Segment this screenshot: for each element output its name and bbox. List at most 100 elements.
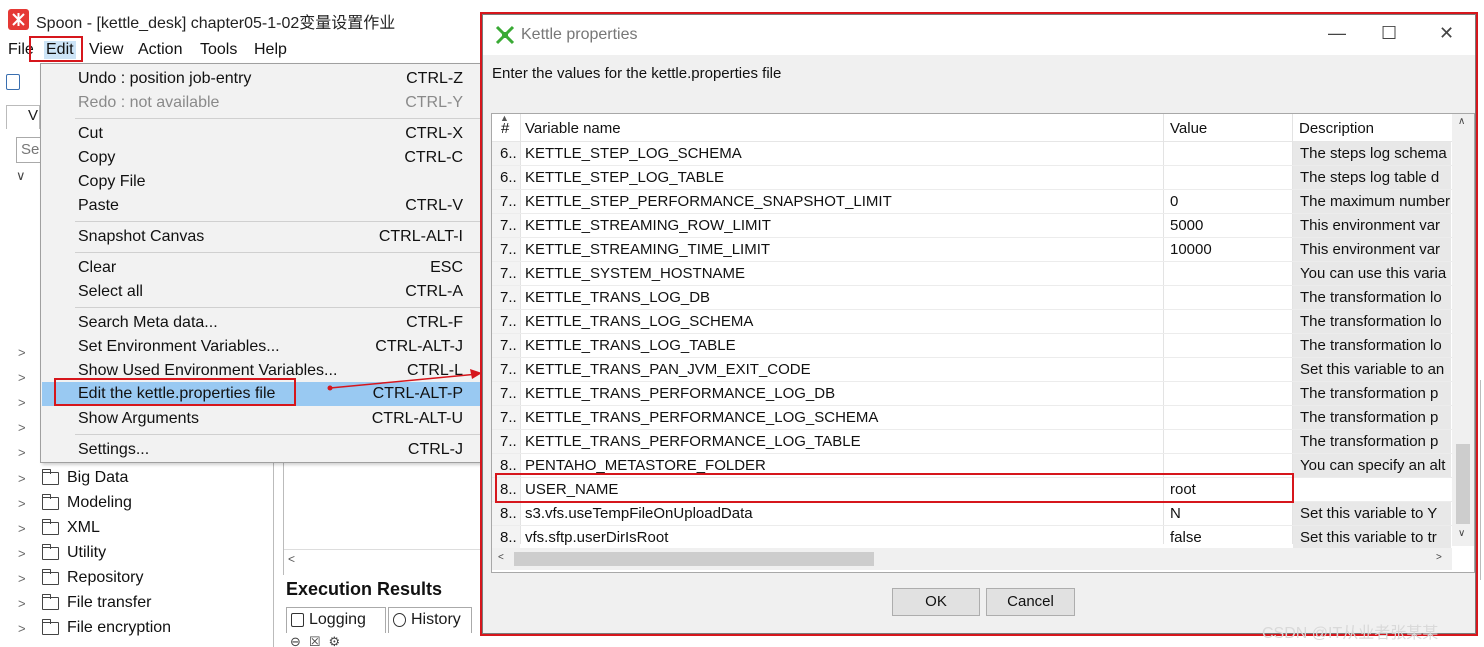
table-row[interactable]: 7.. KETTLE_TRANS_PERFORMANCE_LOG_TABLE The… xyxy=(492,430,1474,454)
menu-action[interactable]: Action xyxy=(138,41,182,59)
cancel-button[interactable]: Cancel xyxy=(986,588,1075,616)
chevron-right-icon[interactable]: > xyxy=(18,471,26,486)
new-file-icon[interactable] xyxy=(6,74,20,90)
scroll-left-icon[interactable]: < xyxy=(288,552,295,566)
description-cell[interactable] xyxy=(1293,478,1451,502)
description-cell[interactable]: You can specify an alt xyxy=(1293,454,1451,478)
row-number[interactable]: 7.. xyxy=(500,217,516,234)
horizontal-scrollbar[interactable]: < > xyxy=(492,548,1452,570)
row-number[interactable]: 7.. xyxy=(500,289,516,306)
menu-file[interactable]: File xyxy=(8,41,34,59)
row-number[interactable]: 7.. xyxy=(500,337,516,354)
scroll-thumb[interactable] xyxy=(514,552,874,566)
tree-item-big-data[interactable]: > Big Data xyxy=(18,468,278,492)
table-row[interactable]: 7.. KETTLE_STEP_PERFORMANCE_SNAPSHOT_LIMI… xyxy=(492,190,1474,214)
description-cell[interactable]: The maximum number xyxy=(1293,190,1451,214)
variable-name-cell[interactable]: s3.vfs.useTempFileOnUploadData xyxy=(525,505,753,522)
minimize-icon[interactable]: — xyxy=(1328,23,1346,44)
chevron-right-icon[interactable]: > xyxy=(18,420,26,435)
chevron-down-icon[interactable]: ∨ xyxy=(16,168,26,184)
table-row[interactable]: 6.. KETTLE_STEP_LOG_TABLE The steps log ta… xyxy=(492,166,1474,190)
variable-name-cell[interactable]: KETTLE_STEP_PERFORMANCE_SNAPSHOT_LIMIT xyxy=(525,193,892,210)
description-cell[interactable]: The steps log table d xyxy=(1293,166,1451,190)
variable-name-cell[interactable]: KETTLE_TRANS_PERFORMANCE_LOG_DB xyxy=(525,385,835,402)
row-number[interactable]: 7.. xyxy=(500,241,516,258)
description-cell[interactable]: The transformation p xyxy=(1293,382,1451,406)
variable-name-cell[interactable]: KETTLE_STEP_LOG_SCHEMA xyxy=(525,145,742,162)
value-cell[interactable]: 0 xyxy=(1170,193,1178,210)
chevron-right-icon[interactable]: > xyxy=(18,445,26,460)
menu-view[interactable]: View xyxy=(89,41,123,59)
tree-item-xml[interactable]: > XML xyxy=(18,518,278,542)
description-cell[interactable]: This environment var xyxy=(1293,214,1451,238)
table-row[interactable]: 7.. KETTLE_TRANS_PERFORMANCE_LOG_SCHEMA Th… xyxy=(492,406,1474,430)
menu-item-copy-file[interactable]: Copy File xyxy=(42,170,483,194)
description-cell[interactable]: The transformation lo xyxy=(1293,286,1451,310)
scroll-down-icon[interactable]: ∨ xyxy=(1458,528,1465,539)
table-row[interactable]: 6.. KETTLE_STEP_LOG_SCHEMA The steps log s… xyxy=(492,142,1474,166)
table-row[interactable]: 8.. PENTAHO_METASTORE_FOLDER You can speci… xyxy=(492,454,1474,478)
maximize-icon[interactable]: ☐ xyxy=(1381,23,1397,44)
description-cell[interactable]: The transformation p xyxy=(1293,430,1451,454)
row-number[interactable]: 6.. xyxy=(500,169,516,186)
value-cell[interactable]: root xyxy=(1170,481,1196,498)
menu-item-set-environment-variables[interactable]: Set Environment Variables... CTRL-ALT-J xyxy=(42,335,483,359)
row-number[interactable]: 7.. xyxy=(500,361,516,378)
menu-item-cut[interactable]: Cut CTRL-X xyxy=(42,122,483,146)
row-number[interactable]: 8.. xyxy=(500,481,516,498)
col-header-description[interactable]: Description xyxy=(1299,120,1374,137)
table-row[interactable]: 7.. KETTLE_TRANS_PAN_JVM_EXIT_CODE Set thi… xyxy=(492,358,1474,382)
scroll-right-icon[interactable]: > xyxy=(1436,552,1442,563)
value-cell[interactable]: false xyxy=(1170,529,1202,546)
tab-logging[interactable]: Logging xyxy=(286,607,386,633)
tree-item-file-transfer[interactable]: > File transfer xyxy=(18,593,278,617)
row-number[interactable]: 7.. xyxy=(500,265,516,282)
variable-name-cell[interactable]: KETTLE_TRANS_PERFORMANCE_LOG_SCHEMA xyxy=(525,409,878,426)
menu-item-settings[interactable]: Settings... CTRL-J xyxy=(42,438,483,462)
variable-name-cell[interactable]: KETTLE_TRANS_LOG_SCHEMA xyxy=(525,313,753,330)
description-cell[interactable]: You can use this varia xyxy=(1293,262,1451,286)
variable-name-cell[interactable]: KETTLE_TRANS_LOG_DB xyxy=(525,289,710,306)
chevron-right-icon[interactable]: > xyxy=(18,596,26,611)
variable-name-cell[interactable]: KETTLE_SYSTEM_HOSTNAME xyxy=(525,265,745,282)
menu-help[interactable]: Help xyxy=(254,41,287,59)
variable-name-cell[interactable]: KETTLE_TRANS_PERFORMANCE_LOG_TABLE xyxy=(525,433,861,450)
row-number[interactable]: 8.. xyxy=(500,529,516,546)
col-header-value[interactable]: Value xyxy=(1170,120,1207,137)
table-row[interactable]: 7.. KETTLE_TRANS_PERFORMANCE_LOG_DB The tr… xyxy=(492,382,1474,406)
tree-item-utility[interactable]: > Utility xyxy=(18,543,278,567)
menu-item-snapshot-canvas[interactable]: Snapshot Canvas CTRL-ALT-I xyxy=(42,225,483,249)
table-row[interactable]: 8.. USER_NAME root xyxy=(492,478,1474,502)
scroll-left-icon[interactable]: < xyxy=(498,552,504,563)
chevron-right-icon[interactable]: > xyxy=(18,621,26,636)
table-row[interactable]: 8.. s3.vfs.useTempFileOnUploadData N Set th… xyxy=(492,502,1474,526)
chevron-right-icon[interactable]: > xyxy=(18,496,26,511)
table-row[interactable]: 7.. KETTLE_STREAMING_ROW_LIMIT 5000 This en… xyxy=(492,214,1474,238)
variable-name-cell[interactable]: KETTLE_STREAMING_TIME_LIMIT xyxy=(525,241,770,258)
menu-item-paste[interactable]: Paste CTRL-V xyxy=(42,194,483,218)
row-number[interactable]: 7.. xyxy=(500,433,516,450)
tree-item-repository[interactable]: > Repository xyxy=(18,568,278,592)
canvas-horizontal-scrollbar[interactable]: < xyxy=(284,549,484,571)
variable-name-cell[interactable]: KETTLE_TRANS_PAN_JVM_EXIT_CODE xyxy=(525,361,811,378)
variable-name-cell[interactable]: KETTLE_STEP_LOG_TABLE xyxy=(525,169,724,186)
col-header-variable-name[interactable]: Variable name xyxy=(525,120,621,137)
menu-item-select-all[interactable]: Select all CTRL-A xyxy=(42,280,483,304)
chevron-right-icon[interactable]: > xyxy=(18,571,26,586)
description-cell[interactable]: The transformation lo xyxy=(1293,310,1451,334)
row-number[interactable]: 6.. xyxy=(500,145,516,162)
menu-item-copy[interactable]: Copy CTRL-C xyxy=(42,146,483,170)
description-cell[interactable]: This environment var xyxy=(1293,238,1451,262)
row-number[interactable]: 7.. xyxy=(500,409,516,426)
log-toolbar[interactable]: ⊖☒⚙ xyxy=(290,634,348,647)
table-row[interactable]: 7.. KETTLE_TRANS_LOG_SCHEMA The transforma… xyxy=(492,310,1474,334)
vertical-scrollbar[interactable]: ∧ ∨ xyxy=(1452,114,1474,546)
description-cell[interactable]: Set this variable to Y xyxy=(1293,502,1451,526)
chevron-right-icon[interactable]: > xyxy=(18,370,26,385)
tree-item-modeling[interactable]: > Modeling xyxy=(18,493,278,517)
menu-item-show-arguments[interactable]: Show Arguments CTRL-ALT-U xyxy=(42,407,483,431)
table-row[interactable]: 7.. KETTLE_SYSTEM_HOSTNAME You can use thi… xyxy=(492,262,1474,286)
row-number[interactable]: 7.. xyxy=(500,313,516,330)
description-cell[interactable]: The transformation lo xyxy=(1293,334,1451,358)
menu-edit[interactable]: Edit xyxy=(44,41,76,59)
